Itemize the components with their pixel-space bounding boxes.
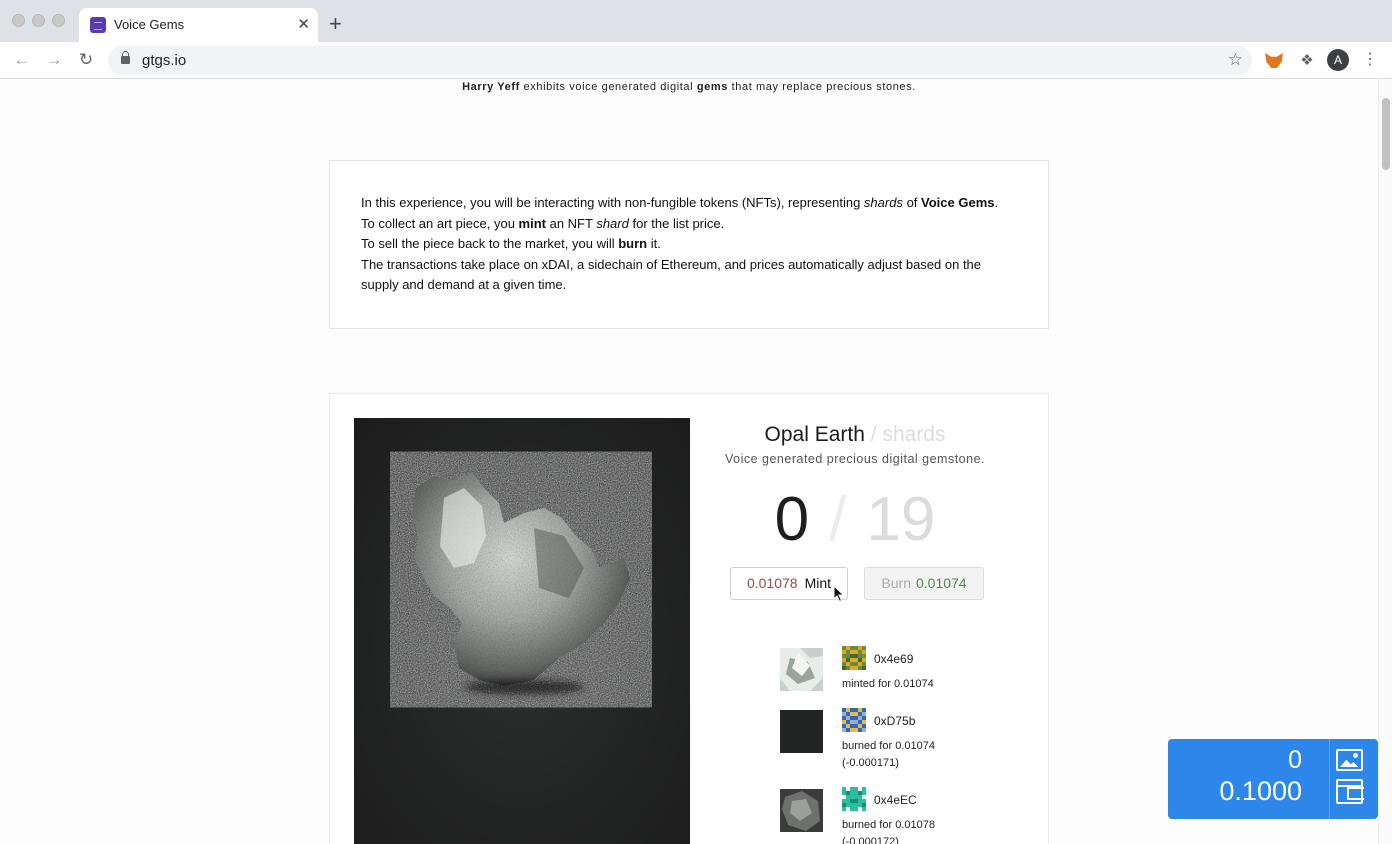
browser-tab-bar: Voice Gems ✕ + [0,0,1392,42]
burn-label: Burn [881,575,911,591]
supply-counter: 0 / 19 [690,484,1020,556]
counter-separator: / [829,485,847,554]
intro-line-4: The transactions take place on xDAI, a s… [361,256,982,293]
tagline-mid: exhibits voice generated digital [519,81,697,93]
gem-image[interactable] [354,418,690,844]
wallet-icon[interactable] [1336,779,1364,804]
metamask-fox-icon[interactable] [1263,50,1285,72]
forward-arrow-icon[interactable]: → [42,48,66,72]
history-action: minted for 0.01074 [842,678,934,690]
intro-panel: In this experience, you will be interact… [329,160,1049,329]
url-text[interactable]: gtgs.io [142,52,186,69]
gem-title: Opal Earth / shards [690,423,1020,447]
identicon-avatar [842,646,866,670]
wallet-address[interactable]: 0x4eEC [874,793,917,807]
mint-label: Mint [804,575,832,591]
kebab-menu-icon[interactable]: ⋮ [1362,49,1378,71]
site-tagline: Harry Yeff exhibits voice generated digi… [0,81,1378,93]
gem-card: Opal Earth / shards Voice generated prec… [329,393,1049,844]
window-zoom-light[interactable] [52,14,65,27]
mint-button[interactable]: 0.01078 Mint [730,567,848,600]
page-content: Harry Yeff exhibits voice generated digi… [0,79,1378,844]
history-item: 0x4e69 minted for 0.01074 [780,646,1030,716]
history-action: burned for 0.01074 (-0.000171) [842,740,935,769]
gem-subtitle: Voice generated precious digital gemston… [724,452,986,466]
browser-toolbar: ← → ↻ gtgs.io ☆ ❖ A ⋮ [0,42,1392,79]
owned-shards-count: 0 [1288,746,1302,774]
reload-icon[interactable]: ↻ [74,48,98,72]
wallet-address[interactable]: 0xD75b [874,714,915,728]
wallet-divider [1329,739,1330,819]
mouse-cursor-icon [833,585,845,603]
burn-button[interactable]: Burn 0.01074 [864,567,984,600]
shards-label[interactable]: shards [882,423,945,446]
gem-rock-illustration [412,473,630,695]
browser-tab[interactable]: Voice Gems ✕ [79,8,318,42]
page-scrollbar[interactable] [1378,79,1392,844]
history-action: burned for 0.01078 (-0.000172) [842,819,935,844]
shard-thumbnail[interactable] [780,648,823,691]
history-item: 0x4eEC burned for 0.01078 (-0.000172) [780,787,1030,844]
minted-count: 0 [774,485,810,554]
artist-name: Harry Yeff [462,81,520,93]
window-minimize-light[interactable] [32,14,45,27]
lock-icon[interactable] [121,51,130,64]
total-count: 19 [866,485,936,554]
shard-thumbnail[interactable] [780,789,823,832]
puzzle-icon[interactable]: ❖ [1296,50,1318,72]
intro-line-1: In this experience, you will be interact… [361,195,999,210]
image-icon[interactable] [1336,749,1363,771]
tagline-gems: gems [696,81,728,93]
profile-avatar[interactable]: A [1327,49,1349,71]
wallet-widget: 0 0.1000 [1168,739,1378,819]
tagline-end: that may replace precious stones. [727,81,916,93]
new-tab-button[interactable]: + [329,12,342,36]
favicon-icon [90,17,106,33]
back-arrow-icon[interactable]: ← [10,48,34,72]
wallet-address[interactable]: 0x4e69 [874,652,913,666]
identicon-avatar [842,787,866,811]
intro-line-2: To collect an art piece, you mint an NFT… [361,215,725,231]
burn-price: 0.01074 [915,575,967,591]
history-item: 0xD75b burned for 0.01074 (-0.000171) [780,708,1030,778]
tab-title: Voice Gems [114,17,185,32]
window-close-light[interactable] [12,14,25,27]
shard-thumbnail[interactable] [780,710,823,753]
intro-line-3: To sell the piece back to the market, yo… [361,236,661,251]
identicon-avatar [842,708,866,732]
address-bar[interactable]: gtgs.io ☆ [108,46,1252,75]
tab-close-icon[interactable]: ✕ [297,15,310,35]
gem-title-separator: / [864,423,883,446]
gem-shadow [464,680,584,694]
mint-price: 0.01078 [746,575,798,591]
star-icon[interactable]: ☆ [1228,50,1243,70]
scrollbar-thumb[interactable] [1382,98,1390,170]
gem-name: Opal Earth [764,423,865,446]
wallet-balance: 0.1000 [1219,776,1302,806]
